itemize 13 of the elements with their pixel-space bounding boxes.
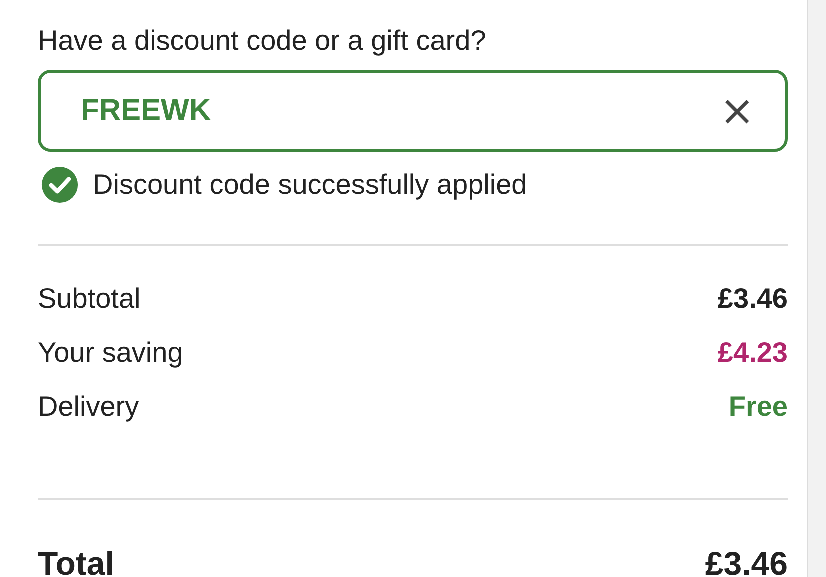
total-value: £3.46 xyxy=(705,545,788,577)
summary-value: Free xyxy=(728,391,788,423)
discount-code-field[interactable]: FREEWK × xyxy=(38,70,788,152)
summary-label: Subtotal xyxy=(38,283,141,315)
check-icon xyxy=(41,166,79,204)
total-label: Total xyxy=(38,545,114,577)
clear-button[interactable]: × xyxy=(710,90,765,132)
discount-label: Have a discount code or a gift card? xyxy=(38,24,488,58)
summary-label: Your saving xyxy=(38,337,184,369)
summary-label: Delivery xyxy=(38,391,140,423)
success-message: Discount code successfully applied xyxy=(93,169,528,201)
summary-value: £3.46 xyxy=(718,283,788,315)
summary-value: £4.23 xyxy=(718,337,788,369)
